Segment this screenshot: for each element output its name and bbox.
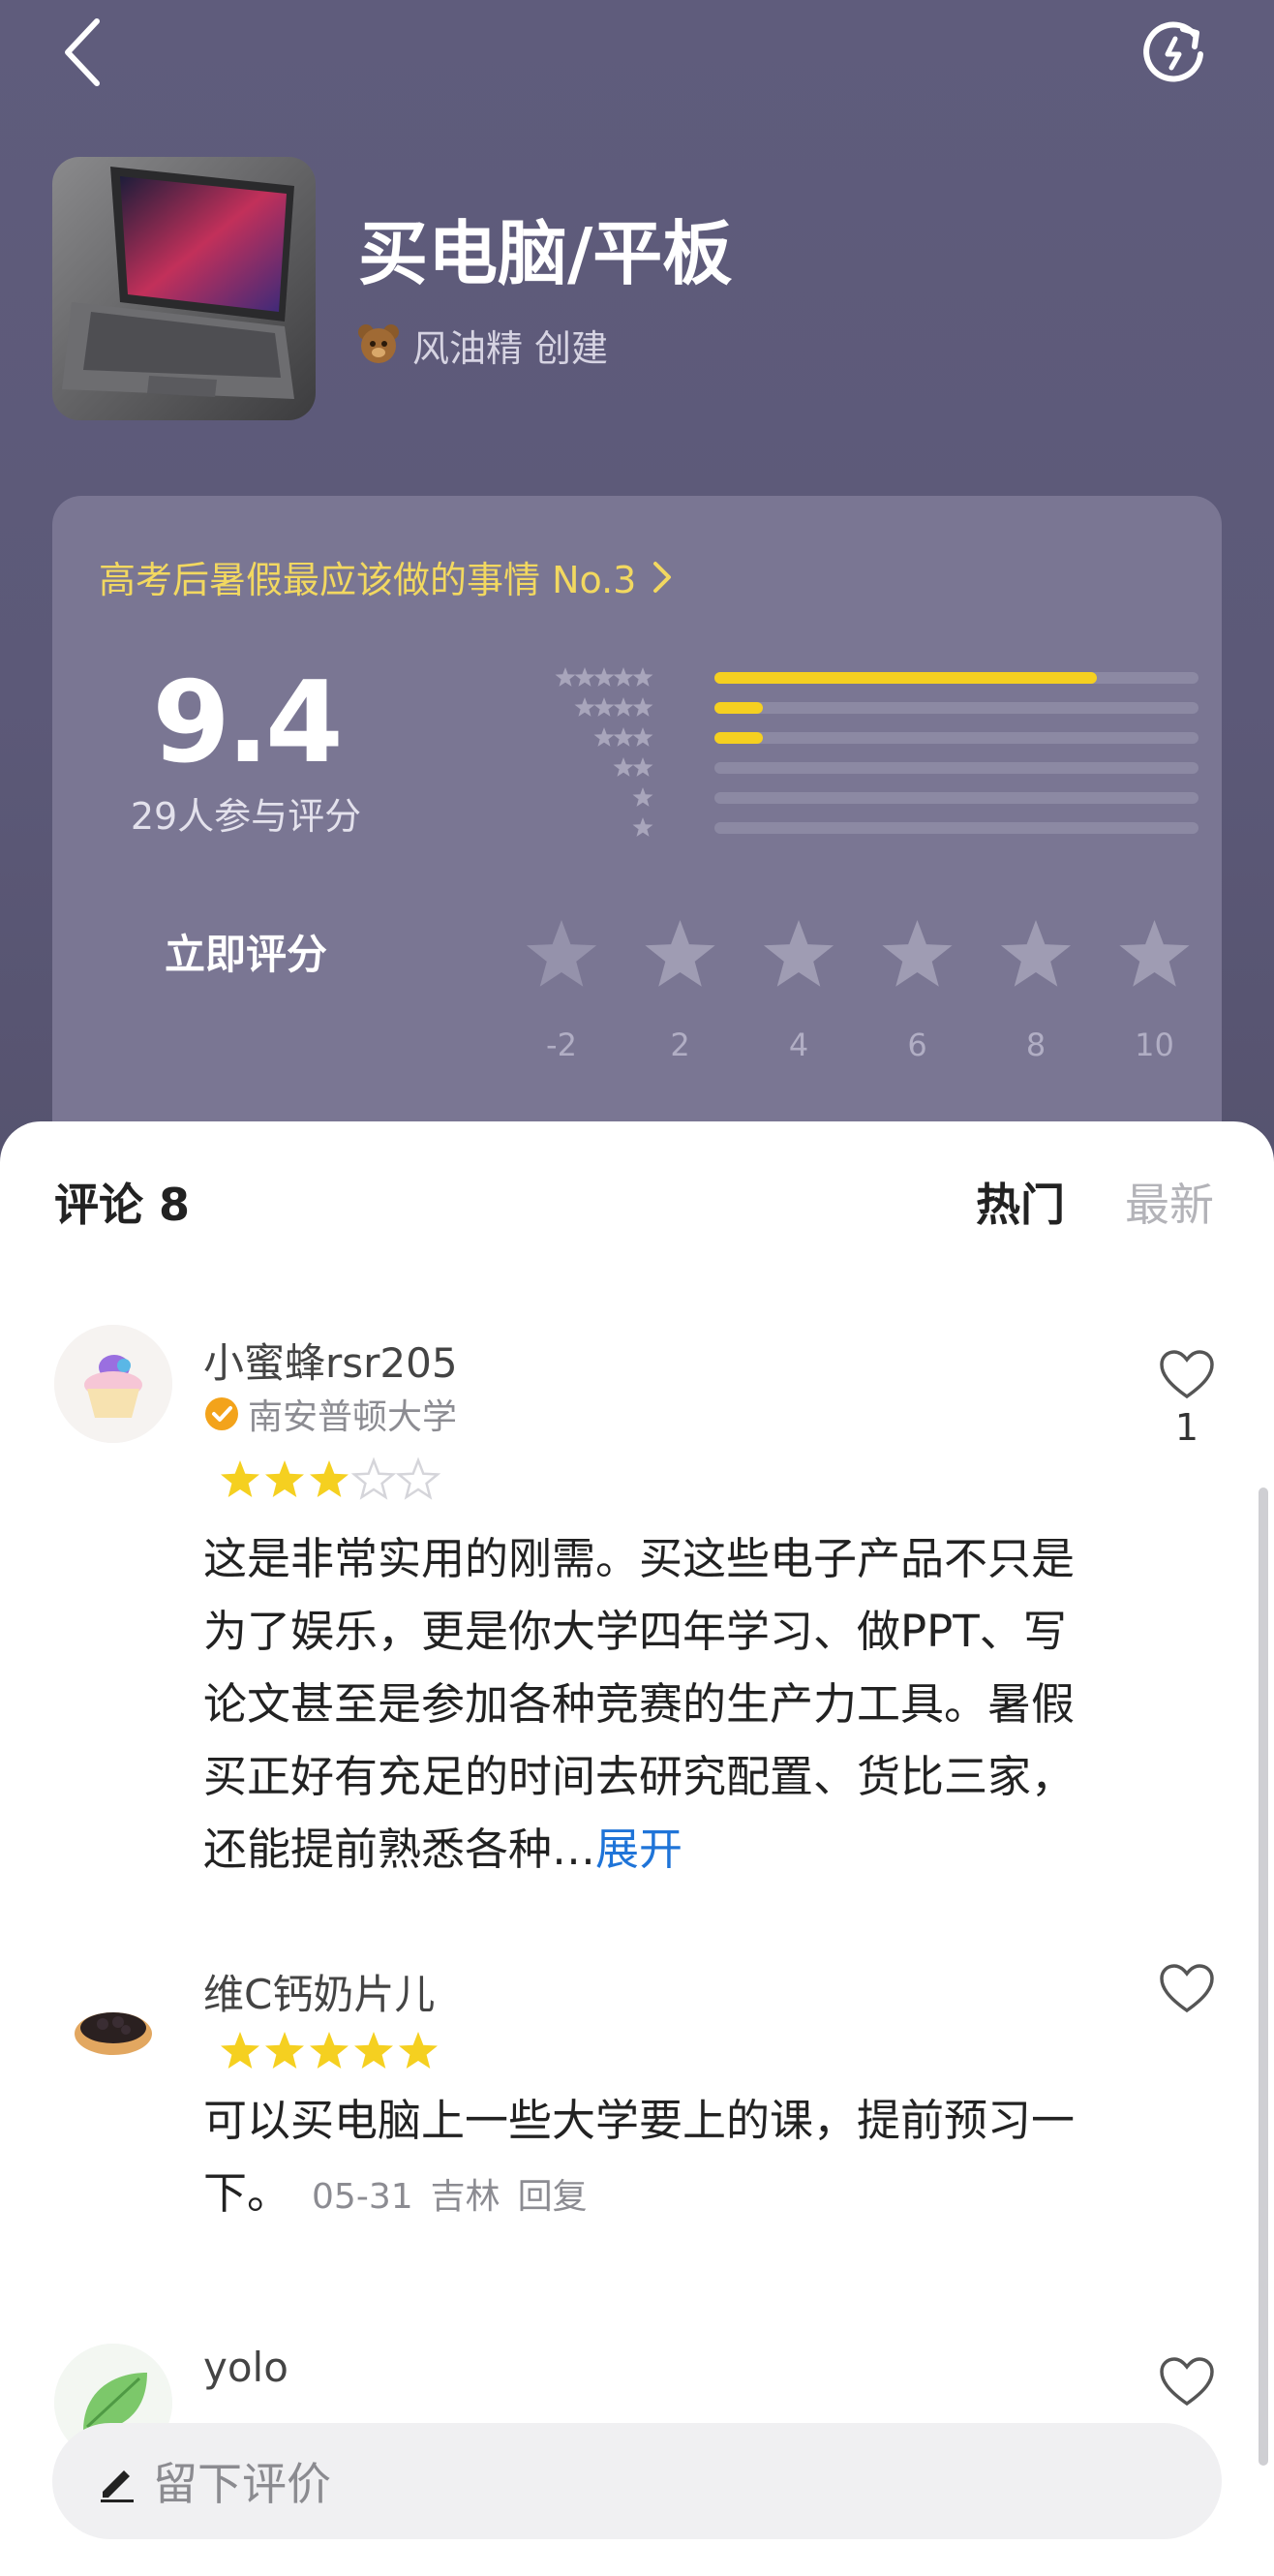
star-filled-icon: [221, 2032, 259, 2069]
list-title: 买电脑/平板: [358, 213, 733, 294]
score-star--2[interactable]: [526, 920, 597, 987]
chevron-right-icon: [653, 561, 672, 593]
star-empty-icon: [350, 1457, 397, 1500]
verified-badge-icon: [205, 1397, 238, 1430]
tab-new[interactable]: 最新: [1125, 1170, 1214, 1234]
score-label: 4: [789, 1027, 808, 1063]
average-score: 9.4: [152, 658, 344, 788]
star-filled-icon: [399, 2032, 438, 2069]
comment-rating-stars: [221, 2032, 438, 2069]
distribution-star: [593, 667, 615, 687]
star-empty-icon: [395, 1457, 441, 1500]
score-star-2[interactable]: [645, 920, 715, 987]
score-label: 8: [1026, 1027, 1046, 1063]
heart-icon[interactable]: [1158, 2355, 1216, 2409]
heart-icon[interactable]: [1158, 1348, 1216, 1402]
creator-avatar: [358, 324, 399, 363]
distribution-star: [574, 667, 595, 687]
comment-username[interactable]: yolo: [203, 2344, 288, 2391]
score-label: 10: [1135, 1027, 1174, 1063]
comment-school: 南安普顿大学: [203, 1389, 457, 1439]
distribution-bar: [714, 672, 1097, 684]
distribution-bar: [714, 702, 763, 714]
creator-suffix: 创建: [534, 326, 609, 370]
pencil-icon: [101, 2470, 134, 2502]
score-star-8[interactable]: [1000, 920, 1072, 987]
laptop-image: [52, 157, 316, 420]
creator-name: 风油精: [412, 326, 524, 370]
comment-location: 吉林: [430, 2177, 500, 2217]
comment-text: 可以买电脑上一些大学要上的课，提前预习一下。 05-31 吉林 回复: [203, 2084, 1094, 2233]
distribution-star: [613, 697, 634, 717]
comment-username[interactable]: 维C钙奶片儿: [203, 1962, 435, 2021]
refresh-icon[interactable]: [1138, 15, 1210, 87]
score-star-4[interactable]: [763, 920, 834, 987]
comment-meta: 05-31 吉林 回复: [312, 2177, 605, 2217]
distribution-star: [574, 697, 595, 717]
star-filled-icon: [221, 1460, 259, 1497]
star-filled-icon: [354, 2032, 393, 2069]
score-card: 高考后暑假最应该做的事情 No.3 9.4 29人参与评分 立即评分 -2 2 4 6…: [52, 496, 1222, 1174]
distribution-track: [714, 792, 1198, 804]
distribution-star: [632, 667, 653, 687]
scrollbar[interactable]: [1259, 1487, 1268, 2466]
distribution-track: [714, 702, 1198, 714]
score-star-10[interactable]: [1119, 920, 1190, 987]
reply-link[interactable]: 回复: [518, 2177, 588, 2217]
distribution-star: [555, 667, 576, 687]
review-input-placeholder: 留下评价: [153, 2458, 331, 2510]
star-filled-icon: [310, 1460, 349, 1497]
rater-count: 29人参与评分: [130, 795, 362, 838]
rank-link[interactable]: 高考后暑假最应该做的事情 No.3: [99, 550, 675, 603]
comments-sheet: 评论 8 热门 最新 小蜜蜂rsr205 南安普顿大学 这是非常实用的刚需。买这…: [0, 1121, 1274, 2576]
expand-link[interactable]: 展开: [595, 1824, 682, 1875]
creator-info[interactable]: 风油精 创建: [354, 318, 608, 372]
star-filled-icon: [265, 2032, 304, 2069]
distribution-track: [714, 822, 1198, 834]
star-filled-icon: [265, 1460, 304, 1497]
rating-distribution: [555, 667, 1198, 837]
distribution-star: [613, 667, 634, 687]
comments-title: 评论 8: [54, 1179, 191, 1231]
review-input[interactable]: 留下评价: [52, 2423, 1222, 2539]
distribution-track: [714, 732, 1198, 744]
distribution-star: [593, 727, 615, 747]
tab-hot[interactable]: 热门: [976, 1170, 1065, 1234]
comment-date: 05-31: [312, 2177, 413, 2217]
distribution-star: [632, 787, 653, 807]
distribution-star: [632, 697, 653, 717]
tart-avatar[interactable]: [54, 1970, 172, 2088]
score-label: -2: [546, 1027, 577, 1063]
distribution-star: [632, 817, 653, 837]
distribution-star: [613, 757, 634, 777]
chevron-left-icon[interactable]: [54, 14, 112, 91]
rate-now-label[interactable]: 立即评分: [165, 922, 327, 981]
distribution-star: [613, 727, 634, 747]
rating-selector[interactable]: -2 2 4 6 8 10: [498, 897, 1233, 1110]
rank-text: 高考后暑假最应该做的事情 No.3: [99, 559, 637, 601]
cupcake-avatar[interactable]: [54, 1325, 172, 1443]
distribution-star: [632, 757, 653, 777]
like-count: 1: [1174, 1406, 1199, 1449]
score-label: 2: [670, 1027, 689, 1063]
comment-text: 这是非常实用的刚需。买这些电子产品不只是为了娱乐，更是你大学四年学习、做PPT、…: [203, 1522, 1094, 1886]
score-star-6[interactable]: [882, 920, 953, 987]
heart-icon[interactable]: [1158, 1962, 1216, 2016]
comment-rating-stars: [221, 1457, 441, 1500]
score-label: 6: [907, 1027, 926, 1063]
distribution-star: [632, 727, 653, 747]
comment-username[interactable]: 小蜜蜂rsr205: [203, 1331, 458, 1390]
star-filled-icon: [310, 2032, 349, 2069]
distribution-bar: [714, 732, 763, 744]
distribution-star: [593, 697, 615, 717]
distribution-track: [714, 762, 1198, 774]
comment-school-name: 南安普顿大学: [248, 1397, 458, 1437]
